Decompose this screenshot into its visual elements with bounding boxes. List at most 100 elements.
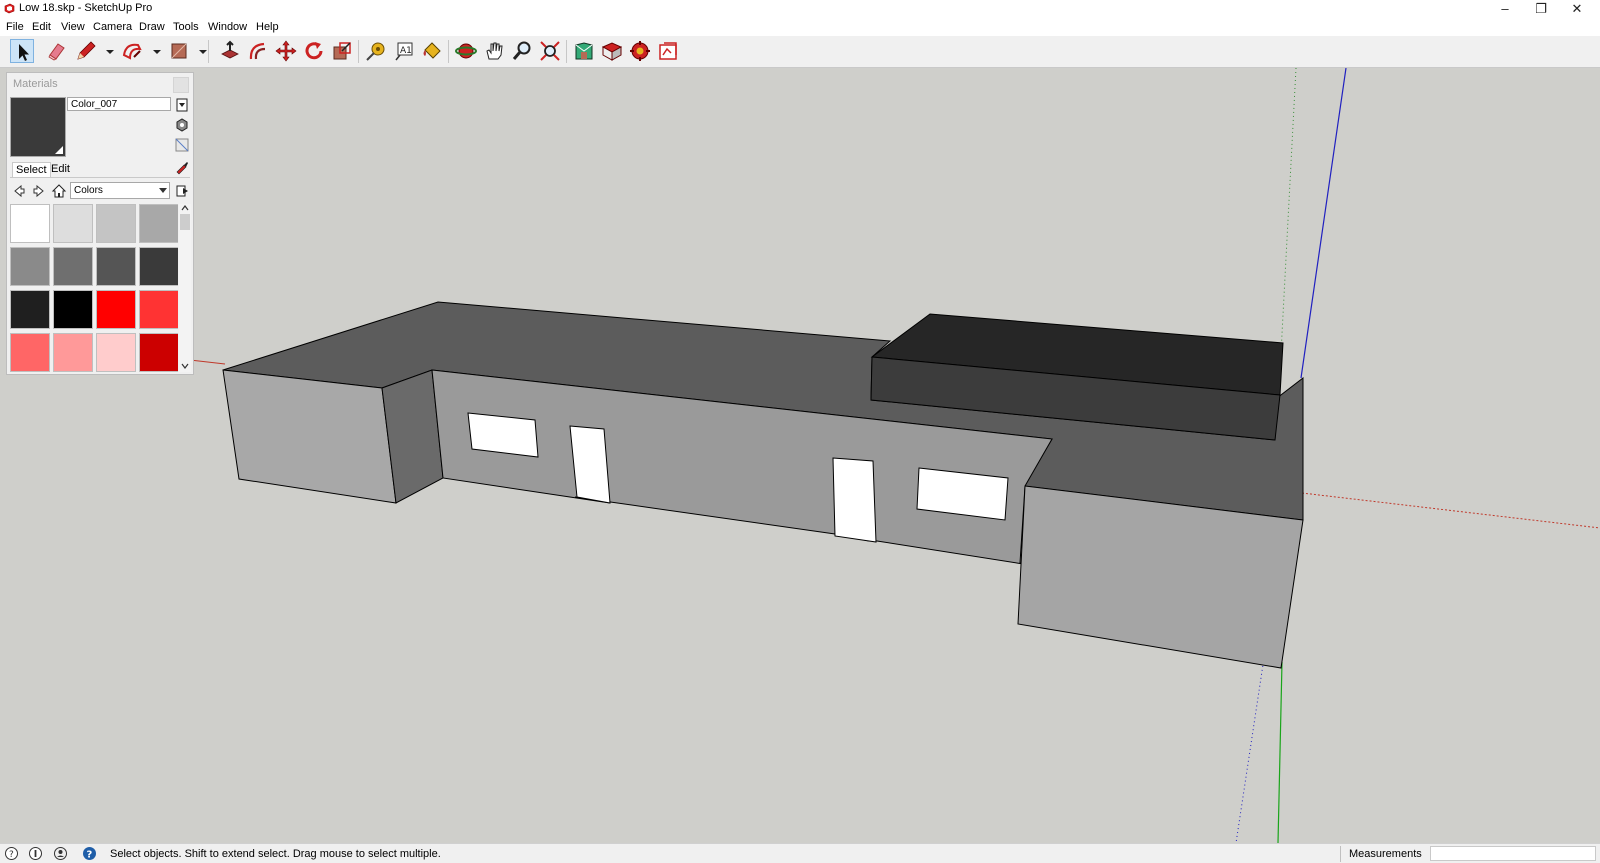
material-swatch-grid [10,204,178,372]
dropdown-arrow-icon [153,50,161,54]
home-icon[interactable] [51,183,67,199]
material-preview-swatch[interactable] [10,97,66,157]
send-to-layout-tool-button[interactable] [656,39,680,63]
arrow-cursor-icon [19,44,29,61]
material-swatch[interactable] [10,290,50,329]
menu-help[interactable]: Help [256,21,279,33]
create-material-icon[interactable] [174,117,190,133]
arc-tool-dropdown[interactable] [145,39,161,63]
scroll-up-icon[interactable] [180,204,190,212]
material-swatch[interactable] [53,204,93,243]
minimize-button[interactable]: – [1487,0,1523,18]
arc-tool-button[interactable] [120,39,144,63]
material-swatch[interactable] [10,204,50,243]
offset-icon [249,42,266,60]
material-name-field[interactable]: Color_007 [67,97,171,111]
red-axis-dashed-line [1301,492,1600,529]
shape-tool-dropdown[interactable] [191,39,207,63]
measurements-label: Measurements [1349,848,1422,860]
materials-panel-close-button[interactable] [173,77,189,93]
material-swatch[interactable] [139,247,178,286]
material-swatch[interactable] [10,333,50,372]
tape-measure-tool-button[interactable] [364,39,388,63]
left-wing-front-wall[interactable] [222,369,397,504]
back-arrow-icon[interactable] [11,183,27,199]
details-arrow-icon[interactable] [174,183,190,199]
material-swatch[interactable] [96,204,136,243]
line-tool-dropdown[interactable] [98,39,114,63]
extension-warehouse-tool-button[interactable] [600,39,624,63]
material-swatch[interactable] [53,333,93,372]
menu-view[interactable]: View [61,21,85,33]
material-swatch[interactable] [139,290,178,329]
paint-bucket-tool-button[interactable] [420,39,444,63]
dropdown-arrow-icon [106,50,114,54]
scroll-down-icon[interactable] [180,362,190,370]
rotate-icon [305,42,323,60]
menu-draw[interactable]: Draw [139,21,165,33]
material-collection-value: Colors [74,185,103,196]
model-viewport[interactable] [0,68,1600,843]
zoom-tool-button[interactable] [510,39,534,63]
materials-panel-title: Materials [13,78,58,90]
menu-edit[interactable]: Edit [32,21,51,33]
window-title: Low 18.skp - SketchUp Pro [19,2,153,14]
status-bar: ? ? Select objects. Shift to extend sele… [0,843,1600,863]
material-swatch[interactable] [96,290,136,329]
material-swatch[interactable] [53,290,93,329]
svg-text:A1: A1 [400,46,412,56]
geo-location-icon[interactable]: ? [4,846,19,861]
material-swatch[interactable] [53,247,93,286]
zoom-extents-tool-button[interactable] [538,39,562,63]
status-hint: Select objects. Shift to extend select. … [110,848,441,860]
toolbar-separator [358,40,359,63]
green-axis-dashed-line [1279,68,1297,373]
display-secondary-browser-icon[interactable] [174,97,190,113]
pan-tool-button[interactable] [482,39,506,63]
select-tool-button[interactable] [10,39,34,63]
instructor-help-icon[interactable]: ? [82,846,97,861]
restore-button[interactable]: ❐ [1523,0,1559,18]
rotate-tool-button[interactable] [302,39,326,63]
forward-arrow-icon[interactable] [31,183,47,199]
material-swatch[interactable] [139,204,178,243]
title-bar: Low 18.skp - SketchUp Pro – ❐ ✕ [0,0,1600,18]
swatch-scrollbar-thumb[interactable] [180,214,190,230]
close-button[interactable]: ✕ [1559,0,1595,18]
svg-text:?: ? [87,850,93,861]
line-tool-button[interactable] [74,39,98,63]
move-tool-button[interactable] [274,39,298,63]
measurements-box[interactable] [1430,846,1596,861]
orbit-tool-button[interactable] [454,39,478,63]
push-pull-icon [221,40,239,59]
text-tool-button[interactable]: A1 [392,39,416,63]
shape-tool-button[interactable] [167,39,191,63]
extension-icon [601,42,623,61]
default-material-icon[interactable] [174,137,190,153]
door-left[interactable] [569,425,611,504]
material-swatch[interactable] [10,247,50,286]
warehouse-tool-button[interactable] [572,39,596,63]
eraser-tool-button[interactable] [45,39,69,63]
tab-edit[interactable]: Edit [48,162,73,176]
door-right[interactable] [832,457,877,543]
material-swatch[interactable] [96,333,136,372]
svg-text:?: ? [9,850,14,860]
material-swatch[interactable] [96,247,136,286]
extension-manager-tool-button[interactable] [628,39,652,63]
menu-window[interactable]: Window [208,21,247,33]
offset-tool-button[interactable] [246,39,270,63]
material-collection-select[interactable]: Colors [70,182,170,199]
scale-tool-button[interactable] [330,39,354,63]
push-pull-tool-button[interactable] [218,39,242,63]
credits-icon[interactable] [28,846,43,861]
tab-select[interactable]: Select [12,162,51,177]
menu-camera[interactable]: Camera [93,21,132,33]
model-canvas[interactable] [0,68,1600,843]
menu-file[interactable]: File [6,21,24,33]
user-account-icon[interactable] [53,846,68,861]
swatch-scrollbar[interactable] [179,204,191,372]
menu-tools[interactable]: Tools [173,21,199,33]
red-axis-line [189,359,226,365]
material-swatch[interactable] [139,333,178,372]
